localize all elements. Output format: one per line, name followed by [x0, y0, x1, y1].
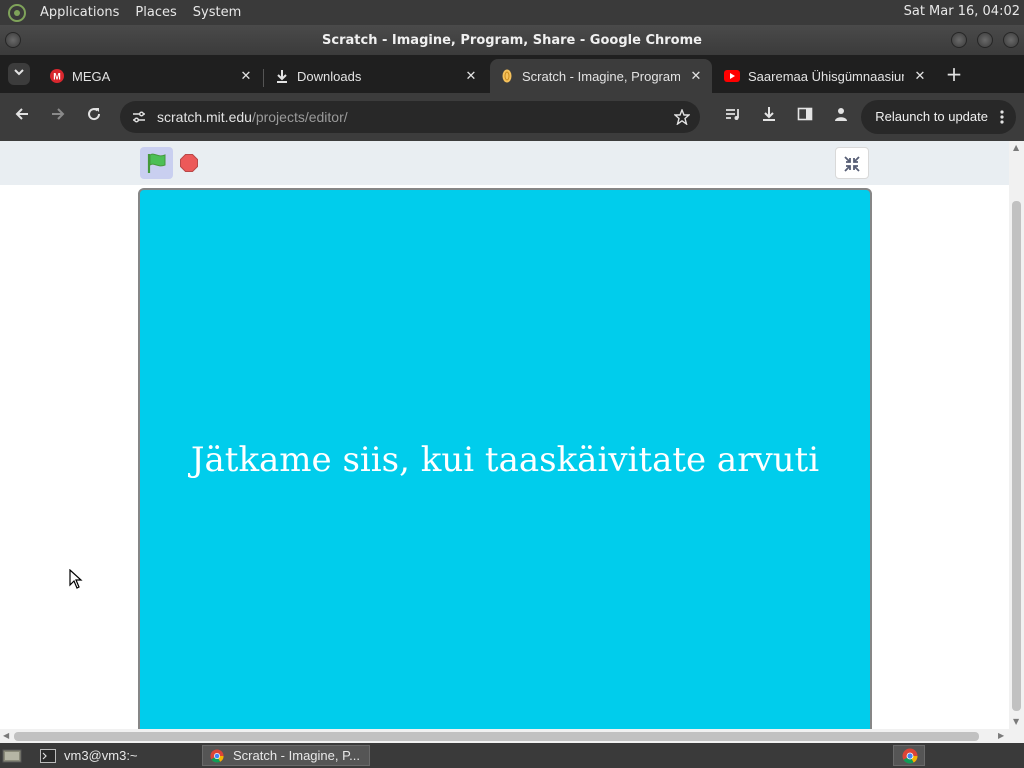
- chrome-icon: [902, 748, 918, 764]
- tab-strip: M MEGA ✕ Downloads ✕ Scratch - Imagine, …: [0, 55, 1024, 93]
- close-tab-icon[interactable]: ✕: [463, 68, 479, 84]
- download-icon: [763, 107, 775, 121]
- svg-text:M: M: [53, 72, 61, 82]
- taskbar-item-label: Scratch - Imagine, P...: [233, 748, 360, 763]
- scratch-stage[interactable]: Jätkame siis, kui taaskäivitate arvuti: [138, 188, 872, 729]
- side-panel-icon: [797, 107, 813, 121]
- url-path: /projects/editor/: [251, 109, 348, 125]
- tab-downloads[interactable]: Downloads ✕: [265, 59, 487, 93]
- stop-button[interactable]: [180, 154, 198, 172]
- star-icon[interactable]: [674, 109, 690, 125]
- taskbar: vm3@vm3:~ Scratch - Imagine, P...: [0, 743, 1024, 768]
- tab-label: Downloads: [297, 68, 362, 84]
- scratch-icon: [502, 69, 512, 83]
- page-content: Jätkame siis, kui taaskäivitate arvuti: [0, 141, 1009, 729]
- url-host: scratch.mit.edu: [157, 109, 252, 125]
- green-flag-icon: [147, 153, 166, 173]
- browser-toolbar: scratch.mit.edu/projects/editor/ Relaunc…: [0, 93, 1024, 141]
- window-titlebar[interactable]: Scratch - Imagine, Program, Share - Goog…: [0, 25, 1024, 55]
- profile-button[interactable]: [829, 105, 853, 129]
- mouse-cursor-icon: [69, 569, 83, 589]
- scroll-down-icon[interactable]: ▼: [1013, 717, 1019, 726]
- window-menu-icon[interactable]: [5, 32, 21, 48]
- clock[interactable]: Sat Mar 16, 04:02: [904, 4, 1020, 19]
- minimize-button[interactable]: [951, 32, 967, 48]
- collapse-icon: [844, 156, 860, 172]
- playlist-icon: [726, 109, 739, 120]
- tab-label: Saaremaa Ühisgümnaasium: [748, 68, 904, 84]
- close-tab-icon[interactable]: ✕: [238, 68, 254, 84]
- window-title: Scratch - Imagine, Program, Share - Goog…: [322, 32, 702, 48]
- distro-logo-icon[interactable]: [8, 3, 26, 22]
- mega-icon: M: [50, 69, 64, 83]
- terminal-icon: [40, 748, 56, 763]
- taskbar-item-chrome[interactable]: Scratch - Imagine, P...: [202, 745, 370, 766]
- system-menu-bar: Applications Places System: [0, 3, 249, 22]
- media-controls-button[interactable]: [721, 105, 745, 129]
- download-icon: [277, 70, 287, 83]
- side-panel-button[interactable]: [793, 105, 817, 129]
- vertical-scroll-thumb[interactable]: [1012, 201, 1021, 711]
- youtube-icon: [724, 70, 740, 82]
- exit-full-screen-button[interactable]: [835, 147, 869, 179]
- scroll-right-icon[interactable]: ▶: [998, 731, 1004, 740]
- close-window-button[interactable]: [1003, 32, 1019, 48]
- tab-label: Scratch - Imagine, Program, Share: [522, 68, 680, 84]
- forward-button[interactable]: [46, 105, 70, 129]
- relaunch-label: Relaunch to update: [875, 109, 988, 124]
- tab-mega[interactable]: M MEGA ✕: [40, 59, 262, 93]
- downloads-button[interactable]: [757, 105, 781, 129]
- close-tab-icon[interactable]: ✕: [912, 68, 928, 84]
- show-desktop-icon[interactable]: [2, 748, 22, 764]
- new-tab-button[interactable]: +: [942, 62, 966, 86]
- arrow-right-icon: [52, 108, 65, 120]
- applications-menu[interactable]: Applications: [32, 5, 127, 20]
- profile-icon: [835, 108, 847, 121]
- scroll-up-icon[interactable]: ▲: [1013, 143, 1019, 152]
- stage-header: [0, 141, 1009, 185]
- address-bar[interactable]: scratch.mit.edu/projects/editor/: [120, 101, 700, 133]
- tab-search-button[interactable]: [8, 63, 30, 85]
- tab-scratch[interactable]: Scratch - Imagine, Program, Share ✕: [490, 59, 712, 93]
- places-menu[interactable]: Places: [127, 5, 184, 20]
- horizontal-scrollbar[interactable]: ◀ ▶: [0, 729, 1024, 743]
- back-button[interactable]: [10, 105, 34, 129]
- site-settings-icon[interactable]: [132, 110, 146, 124]
- arrow-left-icon: [15, 108, 28, 120]
- workspace-switcher[interactable]: [893, 745, 925, 766]
- system-panel: Applications Places System Sat Mar 16, 0…: [0, 0, 1024, 25]
- vertical-scrollbar[interactable]: ▲ ▼: [1009, 141, 1024, 729]
- close-tab-icon[interactable]: ✕: [688, 68, 704, 84]
- reload-button[interactable]: [82, 105, 106, 129]
- scroll-left-icon[interactable]: ◀: [3, 731, 9, 740]
- maximize-button[interactable]: [977, 32, 993, 48]
- system-menu[interactable]: System: [185, 5, 249, 20]
- green-flag-button[interactable]: [140, 147, 173, 179]
- tab-youtube[interactable]: Saaremaa Ühisgümnaasium ✕: [714, 59, 936, 93]
- more-vertical-icon: [1000, 110, 1004, 124]
- reload-icon: [88, 108, 101, 121]
- relaunch-to-update-button[interactable]: Relaunch to update: [861, 100, 1016, 134]
- chrome-icon: [210, 748, 224, 763]
- taskbar-item-label: vm3@vm3:~: [64, 748, 138, 763]
- taskbar-item-terminal[interactable]: vm3@vm3:~: [34, 745, 200, 766]
- stage-message: Jätkame siis, kui taaskäivitate arvuti: [190, 440, 820, 480]
- tab-divider: [263, 69, 264, 87]
- url-text: scratch.mit.edu/projects/editor/: [157, 109, 348, 125]
- plus-icon: +: [945, 62, 963, 86]
- tab-label: MEGA: [72, 68, 111, 84]
- horizontal-scroll-thumb[interactable]: [14, 732, 979, 741]
- chevron-down-icon: [14, 69, 24, 76]
